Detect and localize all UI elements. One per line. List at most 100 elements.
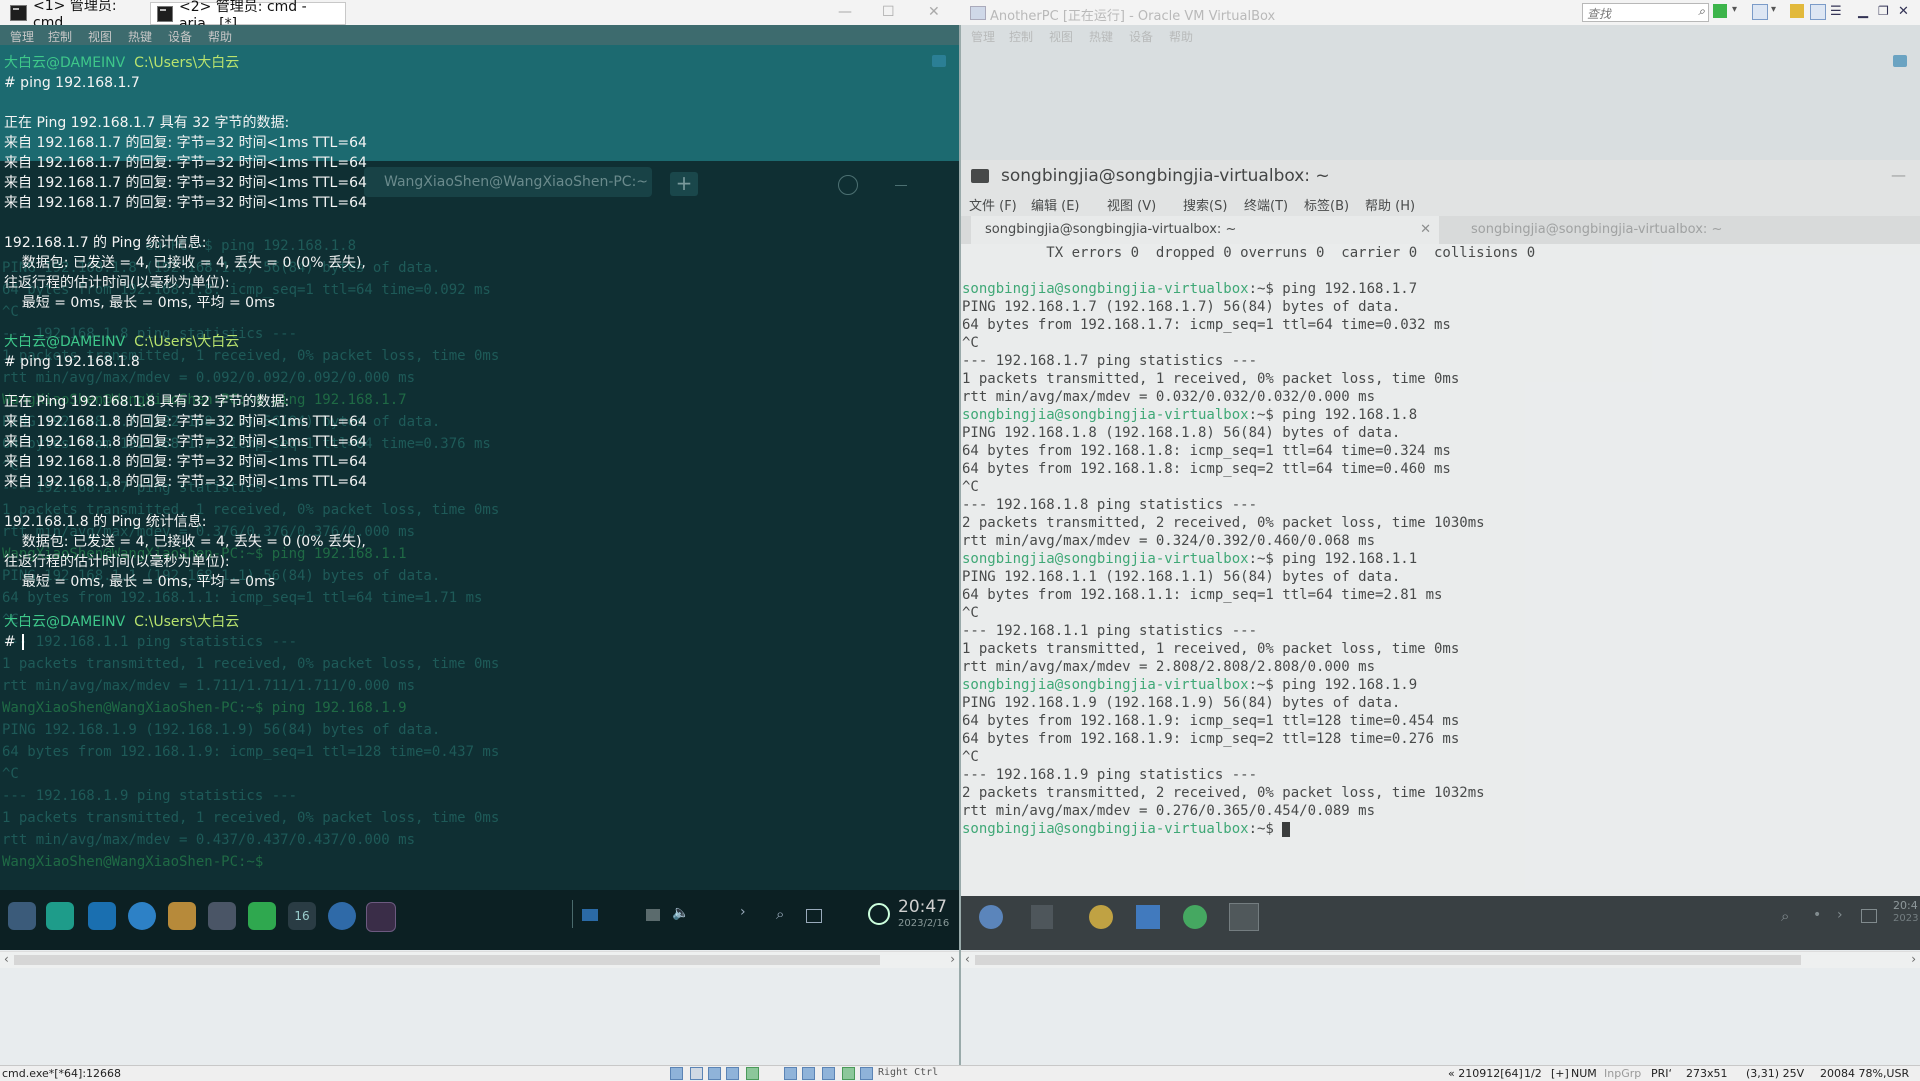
scroll-right-icon[interactable]: › (1911, 952, 1916, 966)
close-tab-icon[interactable]: ✕ (1420, 222, 1431, 237)
deepin-terminal-tab[interactable]: WangXiaoShen@WangXiaoShen-PC:~ (364, 167, 652, 197)
menu-control[interactable]: 控制 (1009, 28, 1033, 45)
menu-icon[interactable]: ☰ (1830, 4, 1844, 19)
new-console-icon[interactable] (1713, 4, 1727, 18)
console-tab-1[interactable]: <1> 管理员: cmd (4, 0, 144, 31)
browser-icon[interactable] (128, 902, 156, 930)
status-pri: PRI‘ (1651, 1067, 1673, 1080)
minimize-icon[interactable]: — (838, 4, 852, 20)
wechat-icon[interactable] (1183, 905, 1207, 929)
minimize-icon[interactable] (895, 185, 907, 186)
terminal-text: ^C (962, 479, 979, 495)
dot-icon[interactable]: • (1813, 907, 1821, 923)
lock-icon[interactable] (1790, 4, 1804, 18)
search-icon[interactable]: ⌕ (776, 905, 784, 923)
menu-manage[interactable]: 管理 (971, 28, 995, 45)
menu-view[interactable]: 视图 (88, 28, 112, 45)
horizontal-scrollbar[interactable]: ‹ › (0, 951, 959, 968)
deepin-terminal-icon[interactable] (366, 902, 396, 932)
console-tab-2[interactable]: <2> 管理员: cmd - aria...[*] (150, 0, 346, 32)
terminal-app-icon[interactable] (1229, 903, 1259, 931)
add-tab-button[interactable]: + (670, 172, 698, 196)
settings-icon[interactable] (328, 902, 356, 930)
chevron-down-icon[interactable]: ▾ (1732, 4, 1746, 18)
scroll-left-icon[interactable]: ‹ (4, 952, 9, 966)
files-icon[interactable] (1031, 905, 1053, 929)
terminal-text: 64 bytes from 192.168.1.8: icmp_seq=2 tt… (962, 461, 1451, 477)
host-key-label: Right Ctrl (878, 1067, 939, 1078)
terminal-tab-inactive[interactable]: songbingjia@songbingjia-virtualbox: ~ (1441, 216, 1911, 244)
terminal-line: songbingjia@songbingjia-virtualbox:~$ pi… (962, 280, 1417, 298)
status-icon (842, 1067, 855, 1080)
maximize-icon[interactable]: ☐ (882, 4, 895, 20)
scroll-right-icon[interactable]: › (950, 952, 955, 966)
close-icon[interactable]: ✕ (928, 4, 940, 20)
chevron-right-icon[interactable]: › (1837, 907, 1843, 923)
cmd-output-line: 来自 192.168.1.8 的回复: 字节=32 时间<1ms TTL=64 (4, 454, 367, 470)
menu-view[interactable]: 视图 (V) (1107, 195, 1156, 214)
terminal-app-icon[interactable] (46, 902, 74, 930)
scroll-thumb[interactable] (975, 955, 1801, 965)
horizontal-scrollbar[interactable]: ‹ › (961, 951, 1920, 968)
chat-icon[interactable] (932, 55, 946, 67)
media-icon[interactable] (208, 902, 236, 930)
menu-hotkey[interactable]: 热键 (1089, 28, 1113, 45)
minimize-icon[interactable]: ▁ (1858, 4, 1872, 19)
menu-terminal[interactable]: 终端(T) (1244, 195, 1288, 214)
deepin-terminal-line: PING 192.168.1.9 (192.168.1.9) 56(84) by… (2, 722, 441, 738)
minimize-icon[interactable]: — (1891, 166, 1906, 184)
menu-devices[interactable]: 设备 (168, 28, 192, 45)
deepin-terminal-line: 1 packets transmitted, 1 received, 0% pa… (2, 810, 500, 826)
chevron-right-icon[interactable]: › (740, 904, 746, 920)
search-icon[interactable]: ⌕ (1781, 907, 1789, 925)
layout-icon[interactable] (1810, 4, 1826, 20)
files-icon[interactable] (168, 902, 196, 930)
menu-help[interactable]: 帮助 (H) (1365, 195, 1415, 214)
menu-help[interactable]: 帮助 (208, 28, 232, 45)
terminal-tab-active[interactable]: songbingjia@songbingjia-virtualbox: ~ ✕ (971, 216, 1439, 246)
menu-tabs[interactable]: 标签(B) (1304, 195, 1349, 214)
screenshot-icon[interactable] (806, 909, 822, 923)
menu-devices[interactable]: 设备 (1129, 28, 1153, 45)
search-input[interactable]: 查找 ⌕ (1582, 3, 1709, 22)
launcher-icon[interactable] (8, 902, 36, 930)
shell-prompt: songbingjia@songbingjia-virtualbox (962, 821, 1249, 837)
chat-icon[interactable] (1893, 55, 1907, 67)
scroll-left-icon[interactable]: ‹ (965, 952, 970, 966)
restore-icon[interactable]: ❐ (1878, 4, 1892, 18)
more-options-icon[interactable] (838, 175, 858, 195)
cmd-input-line[interactable]: # (4, 632, 24, 652)
keyboard-icon[interactable] (646, 909, 660, 921)
menu-search[interactable]: 搜索(S) (1183, 195, 1227, 214)
terminal-text: 64 bytes from 192.168.1.1: icmp_seq=1 tt… (962, 587, 1443, 603)
app-icon[interactable] (1089, 905, 1113, 929)
scroll-thumb[interactable] (14, 955, 880, 965)
search-icon[interactable]: ⌕ (1698, 4, 1705, 19)
menu-view[interactable]: 视图 (1049, 28, 1073, 45)
cmd-icon (10, 4, 28, 21)
music-icon[interactable] (248, 902, 276, 930)
close-icon[interactable]: ✕ (1898, 4, 1912, 19)
menu-manage[interactable]: 管理 (10, 28, 34, 45)
screenshot-icon[interactable] (1861, 909, 1877, 923)
split-icon[interactable] (1752, 4, 1768, 20)
store-icon[interactable] (88, 902, 116, 930)
menu-edit[interactable]: 编辑 (E) (1031, 195, 1080, 214)
terminal-text: --- 192.168.1.7 ping statistics --- (962, 353, 1258, 369)
menu-control[interactable]: 控制 (48, 28, 72, 45)
power-icon[interactable] (868, 903, 890, 925)
chrome-icon[interactable] (979, 905, 1003, 929)
terminal-text: ^C (962, 335, 979, 351)
menu-hotkey[interactable]: 热键 (128, 28, 152, 45)
terminal-text: rtt min/avg/max/mdev = 2.808/2.808/2.808… (962, 659, 1376, 675)
vscode-icon[interactable] (1136, 905, 1160, 929)
cmd-prompt: 大白云@DAMEINV C:\Users\大白云 (4, 55, 240, 71)
chevron-down-icon[interactable]: ▾ (1771, 4, 1785, 18)
ubuntu-terminal-output[interactable]: TX errors 0 dropped 0 overruns 0 carrier… (961, 244, 1920, 896)
status-coords: (3,31) 25V (1746, 1067, 1805, 1080)
menu-help[interactable]: 帮助 (1169, 28, 1193, 45)
network-icon[interactable] (582, 909, 598, 921)
menu-file[interactable]: 文件 (F) (969, 195, 1017, 214)
volume-icon[interactable]: 🔈 (672, 905, 689, 921)
calendar-icon[interactable]: 16 (288, 902, 316, 930)
